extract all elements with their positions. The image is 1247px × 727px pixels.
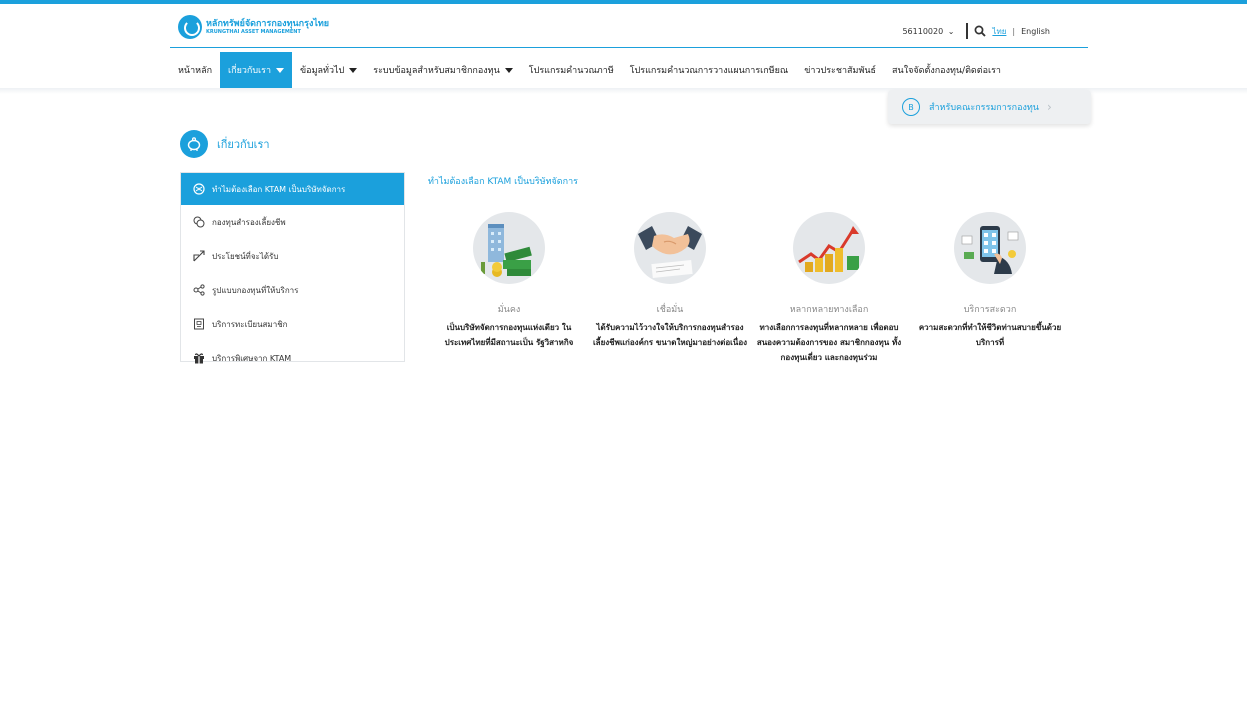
building-money-image [473, 212, 545, 284]
feature-description: ทางเลือกการลงทุนที่หลากหลาย เพื่อตอบสนอง… [756, 323, 902, 362]
sidebar-item-provident-fund[interactable]: กองทุนสำรองเลี้ยงชีพ [181, 205, 404, 239]
logo-english-name: KRUNGTHAI ASSET MANAGEMENT [206, 28, 301, 35]
nav-item-label: ข่าวประชาสัมพันธ์ [804, 66, 877, 76]
sidebar-item-member-registry[interactable]: บริการทะเบียนสมาชิก [181, 307, 404, 341]
feature-title: บริการสะดวก [963, 305, 1017, 315]
sidebar-menu: ทำไมต้องเลือก KTAM เป็นบริษัทจัดการ กองท… [180, 172, 405, 364]
site-header: หลักทรัพย์จัดการกองทุนกรุงไทย KRUNGTHAI … [170, 4, 1088, 48]
gift-icon [193, 352, 205, 364]
committee-icon: B [902, 98, 920, 116]
feature-title: หลากหลายทางเลือก [789, 305, 869, 315]
nav-item-retirement-calculator[interactable]: โปรแกรมคำนวณการวางแผนการเกษียณ [622, 52, 797, 88]
account-dropdown[interactable]: 56110020 ⌄ [902, 27, 954, 36]
content-title: ทำไมต้องเลือก KTAM เป็นบริษัทจัดการ [428, 177, 578, 187]
feature-title: มั่นคง [497, 305, 521, 315]
handshake-image [634, 212, 706, 284]
mobile-services-image [954, 212, 1026, 284]
sidebar-item-label: ประโยชน์ที่จะได้รับ [212, 251, 279, 261]
nav-item-news[interactable]: ข่าวประชาสัมพันธ์ [796, 52, 884, 88]
feature-stable: มั่นคง เป็นบริษัทจัดการกองทุนแห่งเดียว ใ… [429, 212, 589, 350]
nav-item-about[interactable]: เกี่ยวกับเรา [220, 52, 293, 88]
ktam-logo-icon [178, 15, 202, 39]
share-nodes-icon [193, 284, 205, 296]
sidebar-item-label: บริการพิเศษจาก KTAM [212, 353, 292, 363]
main-nav: หน้าหลัก เกี่ยวกับเรา ข้อมูลทั่วไป ระบบข… [170, 52, 1009, 88]
sidebar-item-label: บริการทะเบียนสมาชิก [212, 319, 288, 329]
chevron-down-icon [349, 68, 358, 73]
feature-description: เป็นบริษัทจัดการกองทุนแห่งเดียว ในประเทศ… [444, 323, 574, 347]
header-divider [966, 23, 969, 39]
nav-item-tax-calculator[interactable]: โปรแกรมคำนวณภาษี [521, 52, 622, 88]
feature-description: ความสะดวกที่ทำให้ชีวิตท่านสบายขึ้นด้วยบร… [918, 323, 1062, 347]
nav-item-label: หน้าหลัก [178, 66, 213, 76]
sidebar-item-label: ทำไมต้องเลือก KTAM เป็นบริษัทจัดการ [212, 184, 346, 194]
nav-item-member-system[interactable]: ระบบข้อมูลสำหรับสมาชิกกองทุน [365, 52, 521, 88]
nav-item-label: โปรแกรมคำนวณภาษี [528, 66, 614, 76]
feature-trust: เชื่อมั่น ได้รับความไว้วางใจให้บริการกอง… [590, 212, 750, 350]
chevron-right-icon: › [1046, 100, 1052, 114]
language-english-link[interactable]: English [1021, 27, 1050, 36]
logo-thai-name: หลักทรัพย์จัดการกองทุนกรุงไทย [206, 18, 330, 29]
piggy-bank-icon [180, 130, 208, 158]
sidebar-item-benefits[interactable]: ประโยชน์ที่จะได้รับ [181, 239, 404, 273]
nav-item-label: โปรแกรมคำนวณการวางแผนการเกษียณ [629, 66, 789, 76]
feature-title: เชื่อมั่น [656, 305, 684, 315]
feature-options: หลากหลายทางเลือก ทางเลือกการลงทุนที่หลาก… [749, 212, 909, 365]
header-right: 56110020 ⌄ ไทย | English [902, 23, 1050, 39]
nav-item-label: ข้อมูลทั่วไป [300, 66, 345, 76]
language-thai-link[interactable]: ไทย [992, 25, 1006, 38]
sidebar-item-why-ktam[interactable]: ทำไมต้องเลือก KTAM เป็นบริษัทจัดการ [181, 173, 404, 205]
feature-convenience: บริการสะดวก ความสะดวกที่ทำให้ชีวิตท่านสบ… [910, 212, 1070, 350]
nav-item-general-info[interactable]: ข้อมูลทั่วไป [292, 52, 365, 88]
nav-item-home[interactable]: หน้าหลัก [170, 52, 220, 88]
nav-item-contact[interactable]: สนใจจัดตั้งกองทุน/ติดต่อเรา [884, 52, 1009, 88]
page-title: เกี่ยวกับเรา [217, 138, 270, 151]
arrow-gift-icon [193, 250, 205, 262]
chevron-down-icon [276, 68, 285, 73]
globe-icon [193, 183, 205, 195]
nav-item-label: ระบบข้อมูลสำหรับสมาชิกกองทุน [373, 66, 500, 76]
feature-description: ได้รับความไว้วางใจให้บริการกองทุนสำรองเล… [592, 323, 748, 347]
sidebar-item-label: กองทุนสำรองเลี้ยงชีพ [212, 217, 286, 227]
sidebar-item-special-services[interactable]: บริการพิเศษจาก KTAM [181, 341, 404, 375]
coins-icon [193, 216, 205, 228]
committee-button[interactable]: B สำหรับคณะกรรมการกองทุน › [888, 90, 1091, 124]
ktam-logo[interactable]: หลักทรัพย์จัดการกองทุนกรุงไทย KRUNGTHAI … [178, 15, 329, 39]
section-header: เกี่ยวกับเรา [180, 130, 270, 158]
account-number: 56110020 [902, 26, 944, 36]
growth-coins-image [793, 212, 865, 284]
nav-item-label: สนใจจัดตั้งกองทุน/ติดต่อเรา [892, 66, 1001, 76]
logo-text: หลักทรัพย์จัดการกองทุนกรุงไทย KRUNGTHAI … [206, 18, 330, 35]
registry-book-icon [193, 318, 205, 330]
sidebar-item-fund-types[interactable]: รูปแบบกองทุนที่ให้บริการ [181, 273, 404, 307]
chevron-down-icon [504, 68, 513, 73]
search-icon[interactable] [974, 25, 987, 37]
nav-item-label: เกี่ยวกับเรา [228, 66, 272, 76]
chevron-down-icon: ⌄ [947, 26, 955, 36]
language-separator: | [1012, 26, 1016, 36]
committee-label: สำหรับคณะกรรมการกองทุน [929, 103, 1039, 113]
sidebar-item-label: รูปแบบกองทุนที่ให้บริการ [212, 285, 299, 295]
